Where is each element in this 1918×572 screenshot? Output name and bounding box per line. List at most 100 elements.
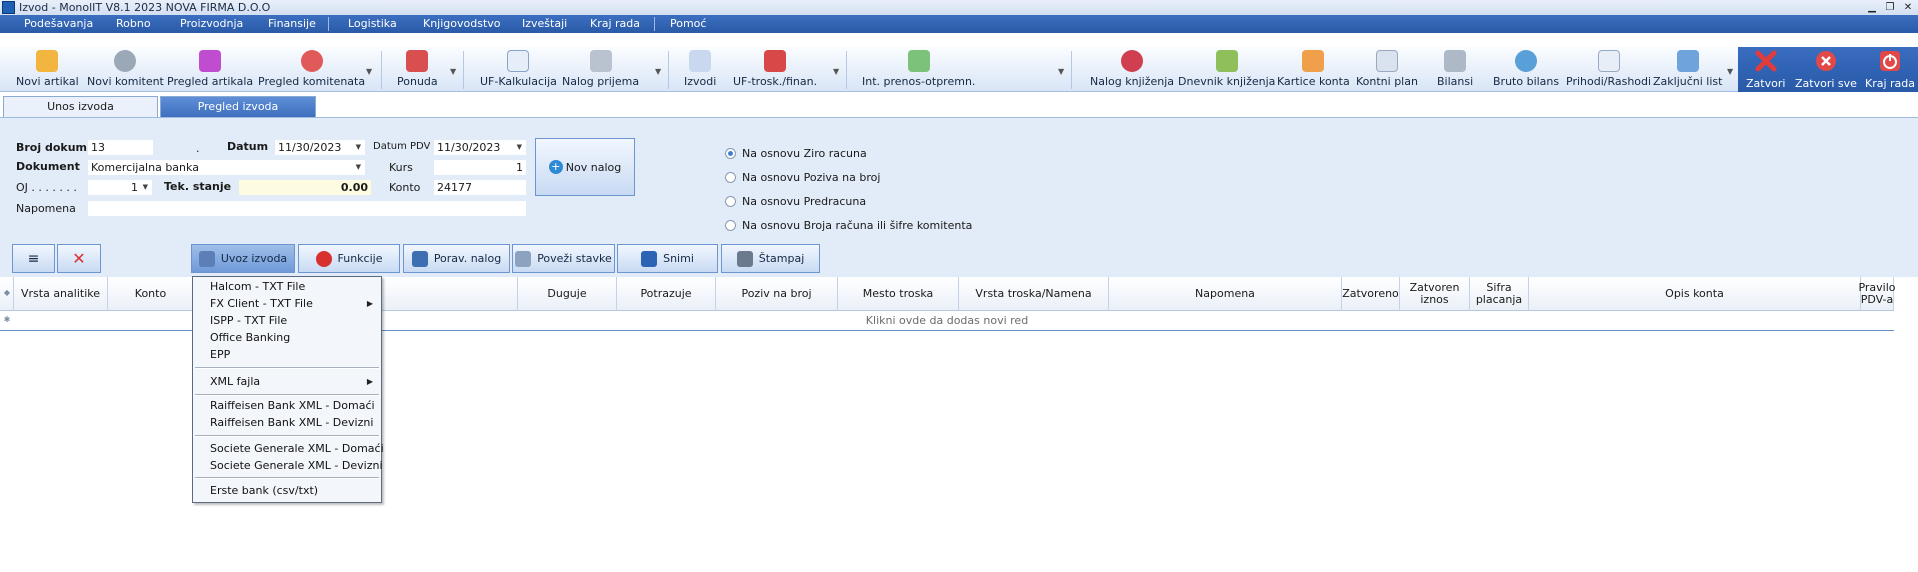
chevron-down-icon[interactable]: ▼ — [833, 67, 839, 76]
konto-input[interactable]: 24177 — [433, 179, 527, 196]
col-vrsta-analitike[interactable]: Vrsta analitike — [14, 277, 108, 311]
journal-icon — [1215, 50, 1238, 72]
menu-robno[interactable]: Robno — [116, 15, 151, 33]
radio-broj-racuna[interactable]: Na osnovu Broja računa ili šifre komiten… — [725, 219, 972, 232]
col-mesto-troska[interactable]: Mesto troska — [838, 277, 959, 311]
menu-podesavanja[interactable]: Podešavanja — [24, 15, 93, 33]
toolbar-uf-trosk-finan[interactable]: UF-trosk./finan. — [733, 49, 817, 90]
dokument-select[interactable]: Komercijalna banka ▼ — [87, 159, 366, 176]
oj-select[interactable]: 1 ▼ — [87, 179, 153, 196]
menu-kraj-rada[interactable]: Kraj rada — [590, 15, 640, 33]
datum-input[interactable]: 11/30/2023 ▼ — [274, 139, 366, 156]
toolbar-nalog-knjizenja[interactable]: Nalog knjiženja — [1090, 49, 1174, 90]
radio-ziro-racun[interactable]: Na osnovu Ziro racuna — [725, 147, 867, 160]
menu-item-societe-domaci[interactable]: Societe Generale XML - Domaći — [210, 442, 384, 455]
toolbar-int-prenos[interactable]: Int. prenos-otpremn. — [862, 49, 975, 90]
col-poziv-na-broj[interactable]: Poziv na broj — [716, 277, 838, 311]
radio-indicator — [725, 196, 736, 207]
menu-item-raiffeisen-devizni[interactable]: Raiffeisen Bank XML - Devizni — [210, 416, 373, 429]
col-pravilo-pdv[interactable]: Pravilo PDV-a — [1858, 277, 1896, 311]
insert-row-button[interactable]: ≡ — [12, 244, 55, 273]
cards-icon — [1302, 50, 1325, 72]
radio-poziv-na-broj[interactable]: Na osnovu Poziva na broj — [725, 171, 880, 184]
toolbar-pregled-komitenata[interactable]: Pregled komitenata — [258, 49, 365, 90]
tab-pregled-izvoda[interactable]: Pregled izvoda — [160, 96, 316, 117]
menu-item-raiffeisen-domaci[interactable]: Raiffeisen Bank XML - Domaći — [210, 399, 375, 412]
toolbar-ponuda[interactable]: Ponuda — [397, 49, 438, 90]
chevron-down-icon[interactable]: ▼ — [366, 67, 372, 76]
povezi-stavke-button[interactable]: Poveži stavke — [512, 244, 615, 273]
menu-item-societe-devizni[interactable]: Societe Generale XML - Devizni — [210, 459, 383, 472]
toolbar-prihodi-rashodi[interactable]: Prihodi/Rashodi — [1566, 49, 1651, 90]
menu-item-xml-fajla[interactable]: XML fajla — [210, 375, 260, 388]
menu-item-office-banking[interactable]: Office Banking — [210, 331, 290, 344]
chevron-down-icon[interactable]: ▼ — [1058, 67, 1064, 76]
toolbar: Novi artikal Novi komitent Pregled artik… — [0, 47, 1918, 92]
toolbar-pregled-artikala[interactable]: Pregled artikala — [167, 49, 253, 90]
col-zatvoren-iznos[interactable]: Zatvoren iznos — [1400, 277, 1470, 311]
col-opis-konta[interactable]: Opis konta — [1529, 277, 1861, 311]
toolbar-bruto-bilans[interactable]: Bruto bilans — [1493, 49, 1559, 90]
minimize-icon[interactable]: ▁ — [1864, 0, 1880, 15]
chevron-down-icon[interactable]: ▼ — [655, 67, 661, 76]
col-sifra-placanja[interactable]: Sifra placanja — [1470, 277, 1529, 311]
title-bar: Izvod - MonolIT V8.1 2023 NOVA FIRMA D.O… — [0, 0, 1918, 15]
chevron-down-icon[interactable]: ▼ — [450, 67, 456, 76]
toolbar-kontni-plan[interactable]: Kontni plan — [1356, 49, 1418, 90]
tab-unos-izvoda[interactable]: Unos izvoda — [3, 96, 158, 117]
menu-separator — [195, 367, 379, 369]
chevron-down-icon[interactable]: ▼ — [356, 160, 361, 175]
menu-finansije[interactable]: Finansije — [268, 15, 316, 33]
toolbar-novi-komitent[interactable]: Novi komitent — [87, 49, 164, 90]
close-icon[interactable]: ✕ — [1900, 0, 1916, 15]
toolbar-uf-kalkulacija[interactable]: UF-Kalkulacija — [480, 49, 557, 90]
toolbar-kraj-rada[interactable]: Kraj rada — [1865, 49, 1915, 90]
uvoz-izvoda-button[interactable]: Uvoz izvoda — [191, 244, 295, 273]
chevron-down-icon[interactable]: ▼ — [1727, 67, 1733, 76]
funkcije-button[interactable]: Funkcije — [298, 244, 400, 273]
col-napomena[interactable]: Napomena — [1109, 277, 1342, 311]
chevron-down-icon[interactable]: ▼ — [517, 140, 522, 155]
menu-proizvodnja[interactable]: Proizvodnja — [180, 15, 243, 33]
menu-item-ispp[interactable]: ISPP - TXT File — [210, 314, 287, 327]
toolbar-zatvori[interactable]: Zatvori — [1746, 49, 1785, 90]
menu-izvestaji[interactable]: Izveštaji — [522, 15, 567, 33]
toolbar-zatvori-sve[interactable]: Zatvori sve — [1795, 49, 1857, 90]
toolbar-izvodi[interactable]: Izvodi — [684, 49, 716, 90]
toolbar-kartice-konta[interactable]: Kartice konta — [1277, 49, 1350, 90]
porav-nalog-button[interactable]: Porav. nalog — [403, 244, 510, 273]
menu-item-erste[interactable]: Erste bank (csv/txt) — [210, 484, 318, 497]
col-zatvoreno[interactable]: Zatvoreno — [1342, 277, 1400, 311]
radio-predracun[interactable]: Na osnovu Predracuna — [725, 195, 866, 208]
toolbar-novi-artikal[interactable]: Novi artikal — [16, 49, 79, 90]
col-potrazuje[interactable]: Potrazuje — [617, 277, 716, 311]
kurs-input[interactable]: 1 — [433, 159, 527, 176]
napomena-input[interactable] — [87, 200, 527, 217]
toolbar-bilansi[interactable]: Bilansi — [1437, 49, 1473, 90]
broj-dokum-input[interactable]: 13 — [87, 139, 154, 156]
datum-pdv-input[interactable]: 11/30/2023 ▼ — [433, 139, 527, 156]
menu-logistika[interactable]: Logistika — [348, 15, 397, 33]
radio-label: Na osnovu Ziro racuna — [742, 147, 867, 160]
col-vrsta-troska[interactable]: Vrsta troska/Namena — [959, 277, 1109, 311]
toolbar-zakljucni-list[interactable]: Zaključni list — [1653, 49, 1722, 90]
delete-button[interactable]: ✕ — [57, 244, 101, 273]
menu-item-fx-client[interactable]: FX Client - TXT File — [210, 297, 313, 310]
pie-chart-icon — [1515, 50, 1538, 72]
menu-item-epp[interactable]: EPP — [210, 348, 230, 361]
statement-icon — [689, 50, 712, 72]
stampaj-button[interactable]: Štampaj — [721, 244, 820, 273]
snimi-button[interactable]: Snimi — [617, 244, 718, 273]
menu-pomoc[interactable]: Pomoć — [670, 15, 706, 33]
col-duguje[interactable]: Duguje — [518, 277, 617, 311]
chevron-down-icon[interactable]: ▼ — [143, 180, 148, 195]
col-konto[interactable]: Konto — [108, 277, 194, 311]
menu-knjigovodstvo[interactable]: Knjigovodstvo — [423, 15, 501, 33]
toolbar-nalog-prijema[interactable]: Nalog prijema — [562, 49, 639, 90]
chevron-down-icon[interactable]: ▼ — [356, 140, 361, 155]
maximize-icon[interactable]: ❐ — [1882, 0, 1898, 15]
nov-nalog-button[interactable]: + Nov nalog — [535, 138, 635, 196]
toolbar-dnevnik-knjizenja[interactable]: Dnevnik knjiženja — [1178, 49, 1275, 90]
align-icon — [411, 250, 428, 267]
menu-item-halcom[interactable]: Halcom - TXT File — [210, 280, 305, 293]
